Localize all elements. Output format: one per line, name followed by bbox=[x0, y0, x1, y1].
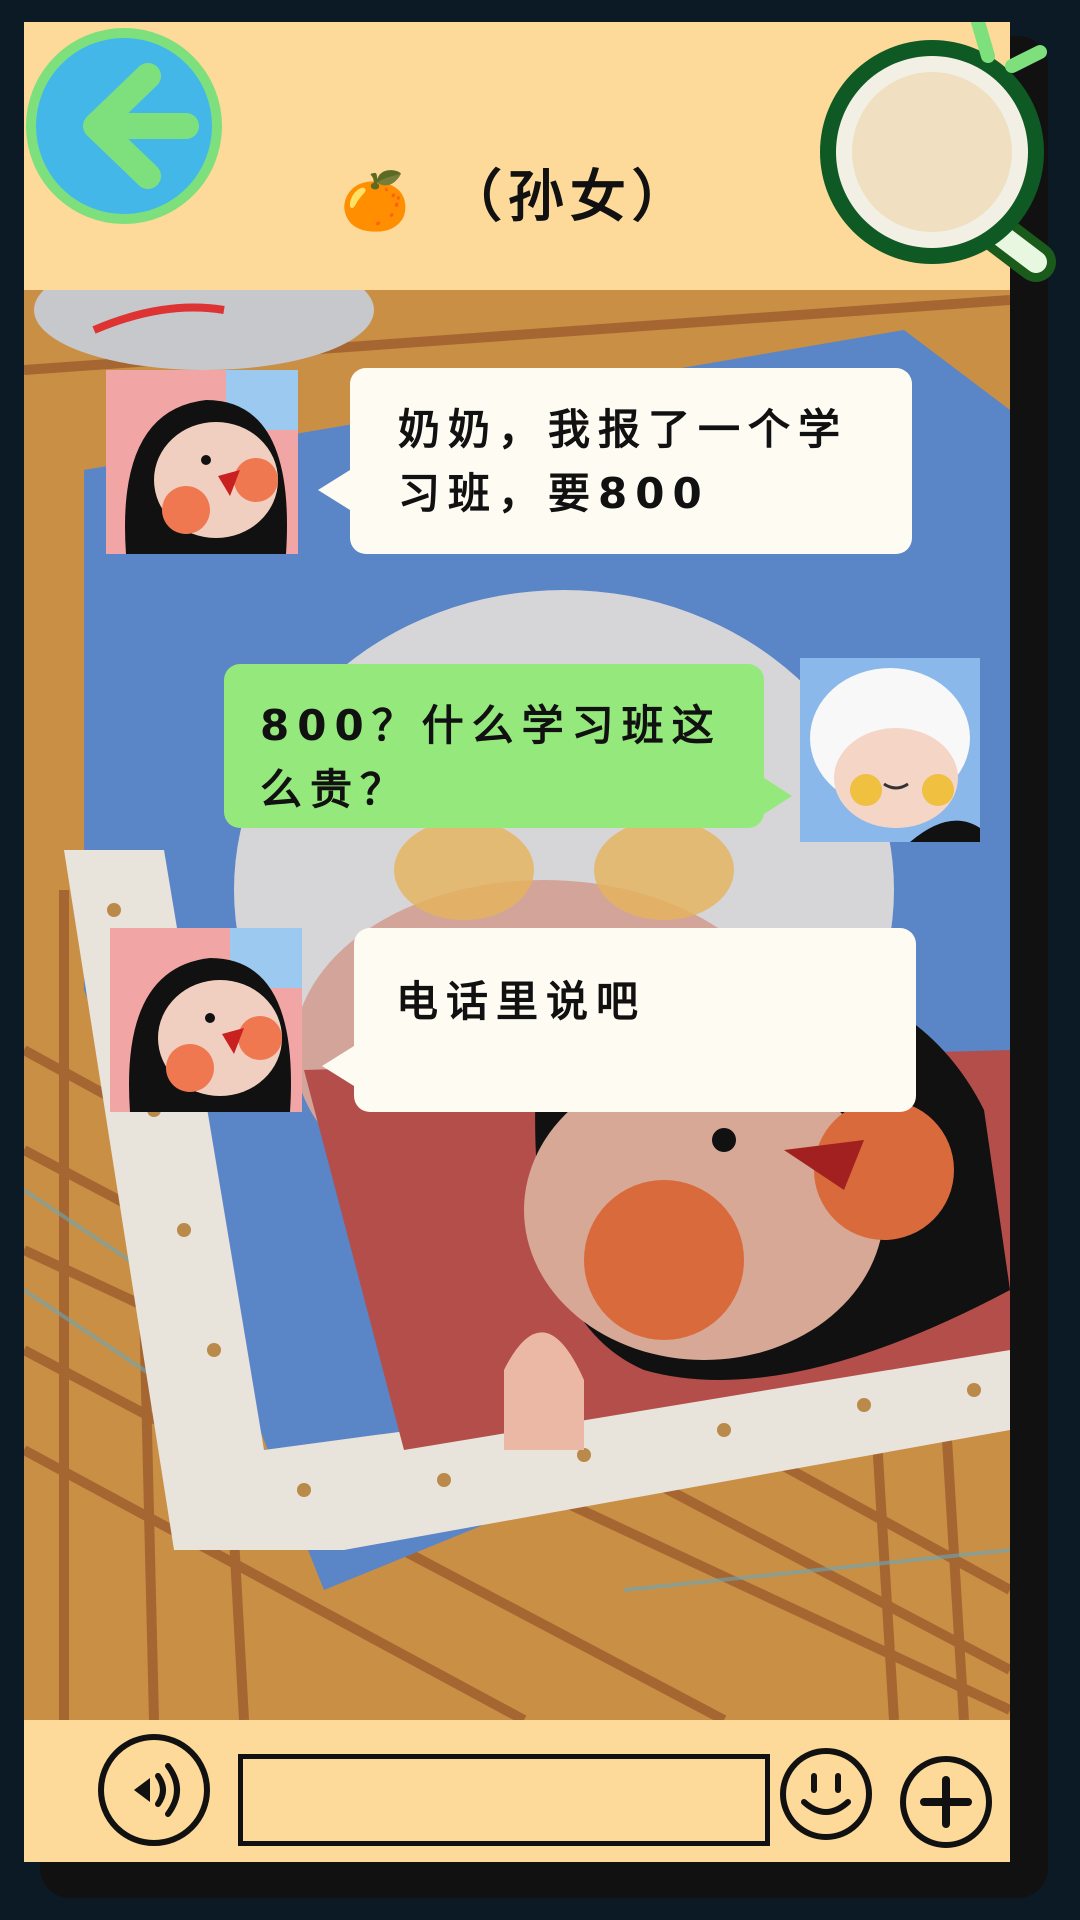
message-line: 电话里说吧 bbox=[396, 977, 647, 1026]
message-bubble[interactable]: 800？什么学习班这 么贵？ bbox=[224, 664, 764, 828]
orange-icon: 🍊 bbox=[340, 168, 416, 234]
back-button[interactable] bbox=[26, 28, 222, 224]
granddaughter-avatar[interactable] bbox=[110, 928, 302, 1112]
contact-name: （孙女） bbox=[445, 165, 694, 230]
more-button[interactable] bbox=[900, 1756, 992, 1848]
search-button[interactable] bbox=[808, 15, 1060, 312]
bubble-tail bbox=[764, 778, 792, 814]
message-line: 800？什么学习班这 bbox=[260, 701, 722, 750]
plus-icon bbox=[920, 1776, 972, 1828]
grandma-avatar-icon bbox=[800, 658, 980, 842]
message-line: 么贵？ bbox=[260, 765, 411, 814]
back-arrow-icon bbox=[83, 63, 199, 189]
girl-avatar-icon bbox=[110, 928, 302, 1112]
voice-icon bbox=[134, 1763, 180, 1817]
girl-avatar-icon bbox=[106, 370, 298, 554]
voice-button[interactable] bbox=[98, 1734, 210, 1846]
message-line: 习班，要800 bbox=[398, 469, 710, 518]
message-bubble[interactable]: 电话里说吧 bbox=[354, 928, 916, 1112]
bubble-tail bbox=[318, 470, 350, 510]
message-input[interactable] bbox=[238, 1754, 770, 1846]
granddaughter-avatar[interactable] bbox=[106, 370, 298, 554]
smiley-icon bbox=[801, 1773, 851, 1815]
message-line: 奶奶，我报了一个学 bbox=[398, 405, 849, 454]
magnifier-icon bbox=[820, 15, 1056, 282]
grandma-avatar[interactable] bbox=[800, 658, 980, 842]
emoji-button[interactable] bbox=[780, 1748, 872, 1840]
bubble-tail bbox=[322, 1046, 354, 1086]
message-bubble[interactable]: 奶奶，我报了一个学 习班，要800 bbox=[350, 368, 912, 554]
